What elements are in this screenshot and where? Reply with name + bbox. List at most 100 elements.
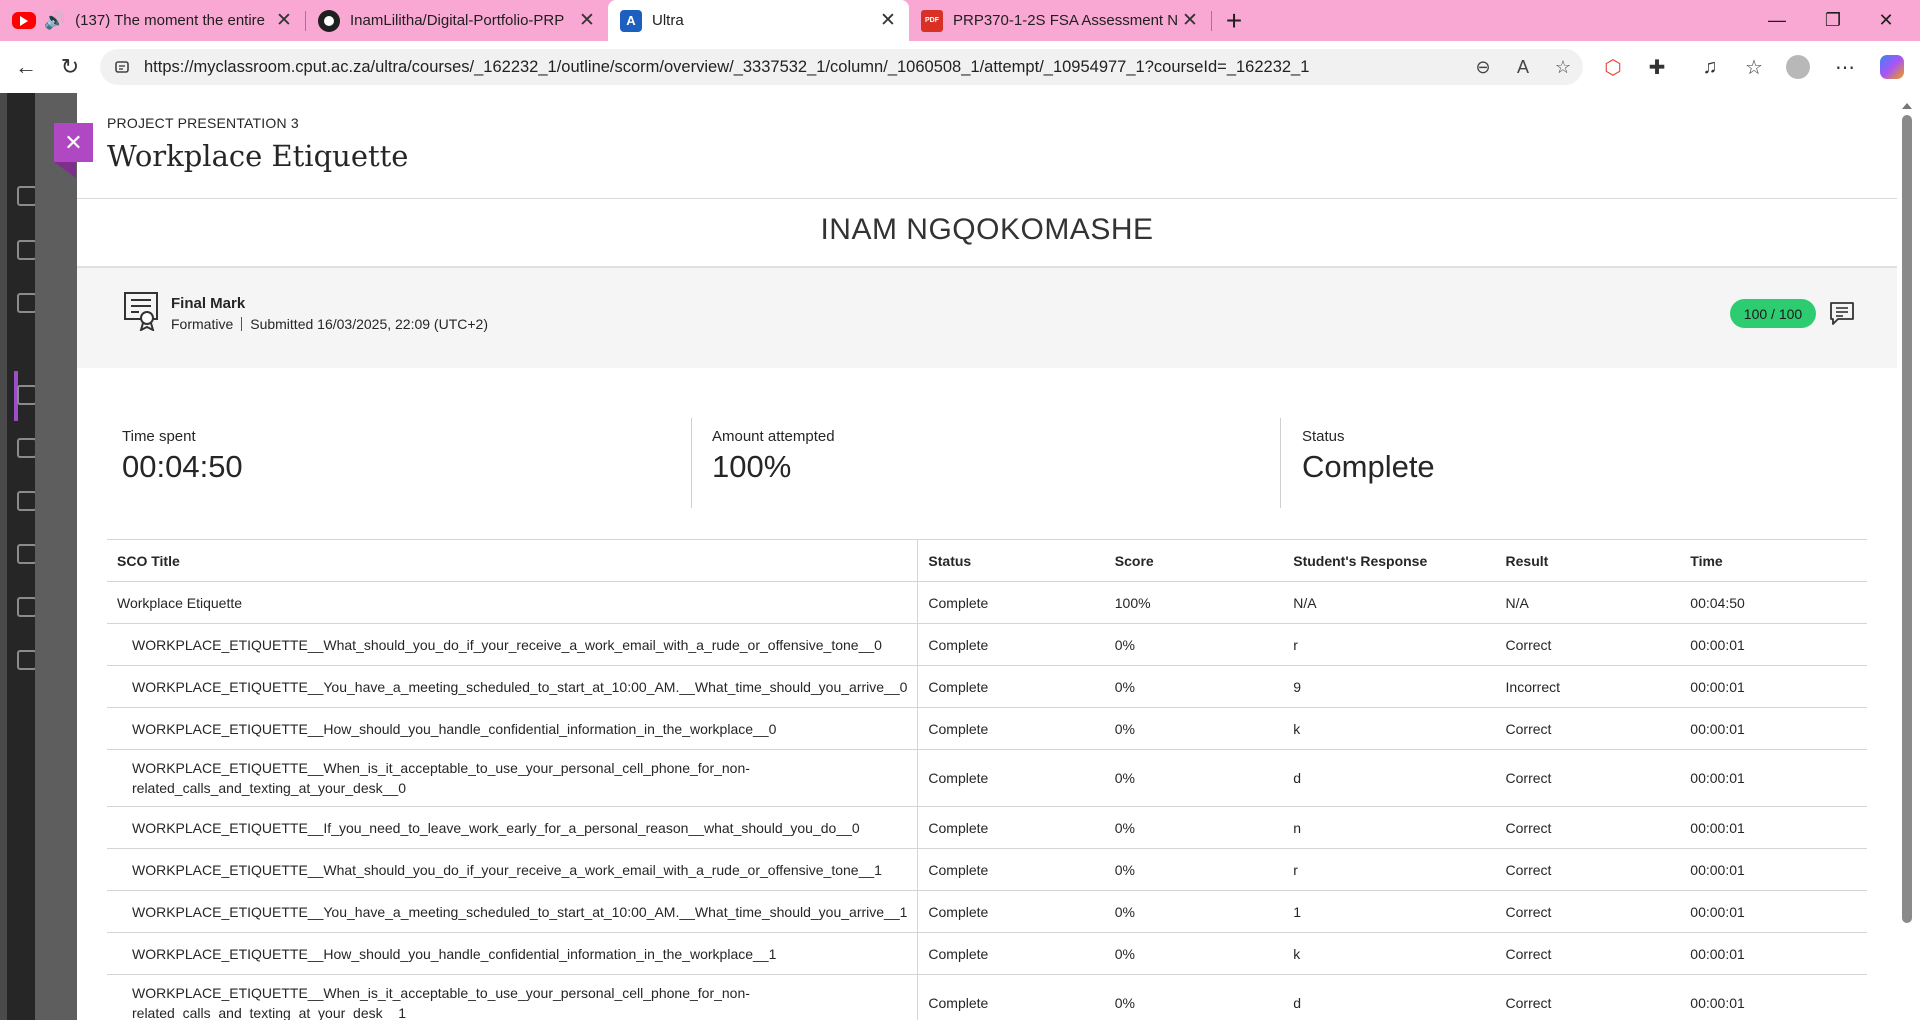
restore-icon[interactable]: ❐: [1807, 0, 1859, 41]
sco-title-cell: WORKPLACE_ETIQUETTE__How_should_you_hand…: [107, 707, 919, 750]
speaker-icon[interactable]: 🔊: [44, 11, 65, 31]
score-cell: 0%: [1104, 623, 1284, 666]
courses-icon[interactable]: [17, 385, 37, 405]
table-row: WORKPLACE_ETIQUETTE__You_have_a_meeting_…: [107, 890, 1867, 933]
time-cell: 00:00:01: [1680, 749, 1867, 807]
tools-icon[interactable]: [17, 597, 37, 617]
tab-ultra[interactable]: A Ultra ✕: [608, 0, 909, 41]
tab-strip: 🔊 (137) The moment the entire ✕ InamLili…: [0, 0, 1920, 41]
scrollbar-thumb[interactable]: [1902, 115, 1912, 923]
window-close-icon[interactable]: ✕: [1860, 0, 1912, 41]
grades-icon[interactable]: [17, 544, 37, 564]
zoom-out-icon[interactable]: ⊖: [1463, 57, 1503, 78]
messages-icon[interactable]: [17, 491, 37, 511]
close-tab-icon[interactable]: ✕: [576, 10, 598, 32]
address-bar[interactable]: https://myclassroom.cput.ac.za/ultra/cou…: [100, 49, 1583, 85]
response-cell: r: [1283, 623, 1496, 666]
status-cell: Complete: [917, 707, 1105, 750]
table-row: WORKPLACE_ETIQUETTE__What_should_you_do_…: [107, 623, 1867, 666]
course-page-overlay: [35, 93, 77, 1020]
score-cell: 0%: [1104, 806, 1284, 849]
feedback-comment-icon[interactable]: [1829, 300, 1855, 326]
stat-value: 00:04:50: [122, 449, 243, 484]
url-text[interactable]: https://myclassroom.cput.ac.za/ultra/cou…: [144, 58, 1463, 77]
attempt-details-panel: PROJECT PRESENTATION 3 Workplace Etiquet…: [77, 93, 1897, 1020]
stat-time-spent: Time spent 00:04:50: [122, 428, 702, 485]
panel-scrollbar[interactable]: [1897, 93, 1920, 1020]
more-menu-icon[interactable]: ⋯: [1826, 48, 1864, 86]
submitted-date: Submitted 16/03/2025, 22:09 (UTC+2): [250, 316, 488, 332]
grade-type: Formative: [171, 316, 234, 332]
time-cell: 00:00:01: [1680, 932, 1867, 975]
status-cell: Complete: [917, 581, 1105, 624]
status-cell: Complete: [917, 974, 1105, 1020]
tab-github[interactable]: InamLilitha/Digital-Portfolio-PRP ✕: [306, 0, 608, 41]
minimize-icon[interactable]: —: [1751, 0, 1803, 41]
result-cell: Correct: [1495, 890, 1681, 933]
close-tab-icon[interactable]: ✕: [877, 10, 899, 32]
result-cell: N/A: [1495, 581, 1681, 624]
calendar-icon[interactable]: [17, 438, 37, 458]
response-cell: 9: [1283, 665, 1496, 708]
response-cell: k: [1283, 932, 1496, 975]
result-cell: Correct: [1495, 623, 1681, 666]
media-control-icon[interactable]: ♫: [1691, 48, 1729, 86]
profile-avatar-icon[interactable]: [1779, 48, 1817, 86]
refresh-icon[interactable]: ↻: [50, 47, 90, 87]
back-icon[interactable]: ←: [6, 47, 46, 87]
new-tab-button[interactable]: +: [1212, 0, 1256, 41]
institution-icon[interactable]: [17, 186, 37, 206]
table-header-row: SCO Title Status Score Student's Respons…: [107, 539, 1867, 582]
status-cell: Complete: [917, 848, 1105, 891]
read-aloud-icon[interactable]: A: [1503, 57, 1543, 78]
column-header-score: Score: [1104, 539, 1284, 582]
extensions-puzzle-icon[interactable]: ✚: [1638, 48, 1676, 86]
sco-title-cell: WORKPLACE_ETIQUETTE__What_should_you_do_…: [107, 848, 919, 891]
favorites-icon[interactable]: ☆: [1735, 48, 1773, 86]
tab-youtube[interactable]: 🔊 (137) The moment the entire ✕: [0, 0, 305, 41]
lock-icon[interactable]: [114, 59, 130, 75]
time-cell: 00:00:01: [1680, 665, 1867, 708]
copilot-icon[interactable]: [1873, 48, 1911, 86]
tab-title: (137) The moment the entire: [75, 12, 265, 29]
separator: [241, 317, 243, 331]
result-cell: Correct: [1495, 974, 1681, 1020]
score-cell: 0%: [1104, 890, 1284, 933]
activity-icon[interactable]: [17, 293, 37, 313]
stat-value: 100%: [712, 449, 792, 484]
github-icon: [318, 9, 340, 32]
status-cell: Complete: [917, 890, 1105, 933]
status-cell: Complete: [917, 932, 1105, 975]
extension-icon[interactable]: ⬡: [1594, 48, 1632, 86]
close-panel-button[interactable]: ✕: [54, 123, 93, 162]
sco-title-cell: WORKPLACE_ETIQUETTE__You_have_a_meeting_…: [107, 890, 919, 933]
column-header-result: Result: [1495, 539, 1681, 582]
response-cell: d: [1283, 749, 1496, 807]
student-name: INAM NGQOKOMASHE: [820, 213, 1154, 246]
youtube-icon: [12, 12, 36, 29]
close-tab-icon[interactable]: ✕: [1179, 10, 1201, 32]
time-cell: 00:00:01: [1680, 623, 1867, 666]
final-mark-label: Final Mark: [171, 295, 246, 312]
response-cell: k: [1283, 707, 1496, 750]
table-row: WORKPLACE_ETIQUETTE__When_is_it_acceptab…: [107, 749, 1867, 807]
sign-out-icon[interactable]: [17, 650, 37, 670]
time-cell: 00:00:01: [1680, 707, 1867, 750]
certificate-icon: [124, 292, 158, 331]
table-row: Workplace Etiquette Complete 100% N/A N/A 00:…: [107, 581, 1867, 624]
tab-title: PRP370-1-2S FSA Assessment NO: [953, 12, 1179, 29]
stat-divider: [1280, 418, 1281, 508]
stat-value: Complete: [1302, 449, 1435, 484]
response-cell: N/A: [1283, 581, 1496, 624]
favorite-star-icon[interactable]: ☆: [1543, 57, 1583, 78]
tab-pdf[interactable]: PDF PRP370-1-2S FSA Assessment NO ✕: [909, 0, 1211, 41]
result-cell: Incorrect: [1495, 665, 1681, 708]
tab-title: Ultra: [652, 12, 684, 29]
time-cell: 00:00:01: [1680, 806, 1867, 849]
close-tab-icon[interactable]: ✕: [273, 10, 295, 32]
scroll-up-icon[interactable]: [1902, 103, 1912, 109]
score-cell: 0%: [1104, 848, 1284, 891]
ultra-icon: A: [620, 9, 642, 32]
profile-icon[interactable]: [17, 240, 37, 260]
score-cell: 0%: [1104, 749, 1284, 807]
